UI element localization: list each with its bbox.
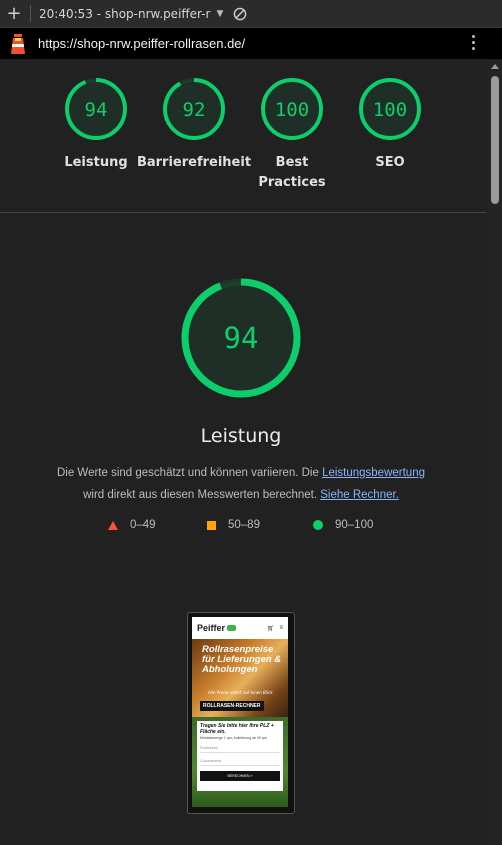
description-text: Die Werte sind geschätzt und können vari… <box>56 467 323 479</box>
description-text: wird direkt aus diesen Messwerten berech… <box>83 489 318 501</box>
scroll-up-arrow-icon[interactable] <box>491 64 499 69</box>
menu-icon: ≡ <box>279 624 283 631</box>
legend-fail: 0–49 <box>108 519 156 531</box>
performance-description: Die Werte sind geschätzt und können vari… <box>40 462 442 506</box>
gauge-score: 100 <box>275 99 309 121</box>
toolbar-divider <box>30 5 31 22</box>
performance-gauge: 94 <box>181 278 301 398</box>
clear-icon[interactable] <box>233 7 247 21</box>
legend-pass: 90–100 <box>313 519 373 531</box>
more-options-icon[interactable] <box>472 35 476 53</box>
preview-hero: Rollrasenpreise für Lieferungen & Abholu… <box>192 639 288 717</box>
final-screenshot[interactable]: Peiffer 🛒︎ ≡ Rollrasenpreise für Lieferu… <box>187 612 295 814</box>
preview-badge: ROLLRASEN-RECHNER <box>200 701 264 711</box>
circle-icon <box>313 520 323 530</box>
legend-average: 50–89 <box>207 519 260 531</box>
devtools-toolbar: + 20:40:53 - shop-nrw.peiffer-r ▼ <box>0 0 502 28</box>
caret-down-icon: ▼ <box>216 8 224 19</box>
gauge-label: SEO <box>375 155 405 170</box>
lighthouse-logo-icon <box>11 33 25 54</box>
cart-icon: 🛒︎ <box>266 625 275 632</box>
gauge-score: 92 <box>183 99 206 121</box>
gauge-accessibility[interactable]: 92 Barrierefreiheit <box>137 76 251 193</box>
gauge-performance[interactable]: 94 Leistung <box>47 76 145 193</box>
new-report-button[interactable]: + <box>0 3 28 24</box>
calculator-link[interactable]: Siehe Rechner. <box>320 489 399 501</box>
preview-field-postcode: Postleitzahl <box>200 742 280 753</box>
gauge-ring-icon: 100 <box>359 78 421 140</box>
gauge-label: Leistung <box>64 155 128 170</box>
gauge-ring-icon: 100 <box>261 78 323 140</box>
triangle-icon <box>108 520 118 530</box>
preview-body: Tragen Sie bitte hier Ihre PLZ + Fläche … <box>192 717 288 807</box>
preview-card-title: Tragen Sie bitte hier Ihre PLZ + Fläche … <box>200 723 274 735</box>
page-url: https://shop-nrw.peiffer-rollrasen.de/ <box>38 36 246 51</box>
gauge-ring-icon: 92 <box>163 78 225 140</box>
page-preview: Peiffer 🛒︎ ≡ Rollrasenpreise für Lieferu… <box>192 617 288 807</box>
preview-hero-title: Rollrasenpreise für Lieferungen & Abholu… <box>202 644 282 675</box>
gauge-label: Barrierefreiheit <box>136 155 252 170</box>
report-select[interactable]: 20:40:53 - shop-nrw.peiffer-r ▼ <box>39 7 223 21</box>
square-icon <box>207 520 216 530</box>
gauge-score: 94 <box>85 99 108 121</box>
gauge-seo[interactable]: 100 SEO <box>341 76 439 193</box>
performance-title: Leistung <box>200 425 282 447</box>
preview-calc-button: BERECHNEN » <box>200 771 280 781</box>
preview-card-note: Mindestmenge 1 qm, Anlieferung ab 99 qm. <box>200 736 268 740</box>
scrollbar-thumb[interactable] <box>491 76 499 204</box>
preview-logo: Peiffer <box>197 623 226 633</box>
scrollbar[interactable] <box>488 60 502 845</box>
gauge-label: Best Practices <box>258 155 326 190</box>
preview-hero-subtitle: Alle Preise sofort auf einen Blick <box>208 690 273 695</box>
leaf-icon <box>227 625 237 631</box>
gauge-best-practices[interactable]: 100 Best Practices <box>243 76 341 193</box>
performance-score: 94 <box>224 321 259 355</box>
preview-form-card: Tragen Sie bitte hier Ihre PLZ + Fläche … <box>197 721 283 791</box>
preview-header: Peiffer 🛒︎ ≡ <box>192 617 288 639</box>
score-gauges: 94 Leistung 92 Barrierefreiheit 100 Best… <box>47 76 439 193</box>
report-select-label: 20:40:53 - shop-nrw.peiffer-r <box>39 6 211 21</box>
performance-score-link[interactable]: Leistungsbewertung <box>322 467 425 479</box>
section-divider <box>0 212 486 213</box>
url-bar: https://shop-nrw.peiffer-rollrasen.de/ <box>0 28 502 59</box>
preview-field-area: Quadratmeter <box>200 755 280 766</box>
legend-fail-label: 0–49 <box>130 519 156 531</box>
gauge-ring-icon: 94 <box>65 78 127 140</box>
legend-average-label: 50–89 <box>228 519 260 531</box>
preview-menu-icons: 🛒︎ ≡ <box>267 625 283 632</box>
gauge-score: 100 <box>373 99 407 121</box>
legend-pass-label: 90–100 <box>335 519 374 531</box>
